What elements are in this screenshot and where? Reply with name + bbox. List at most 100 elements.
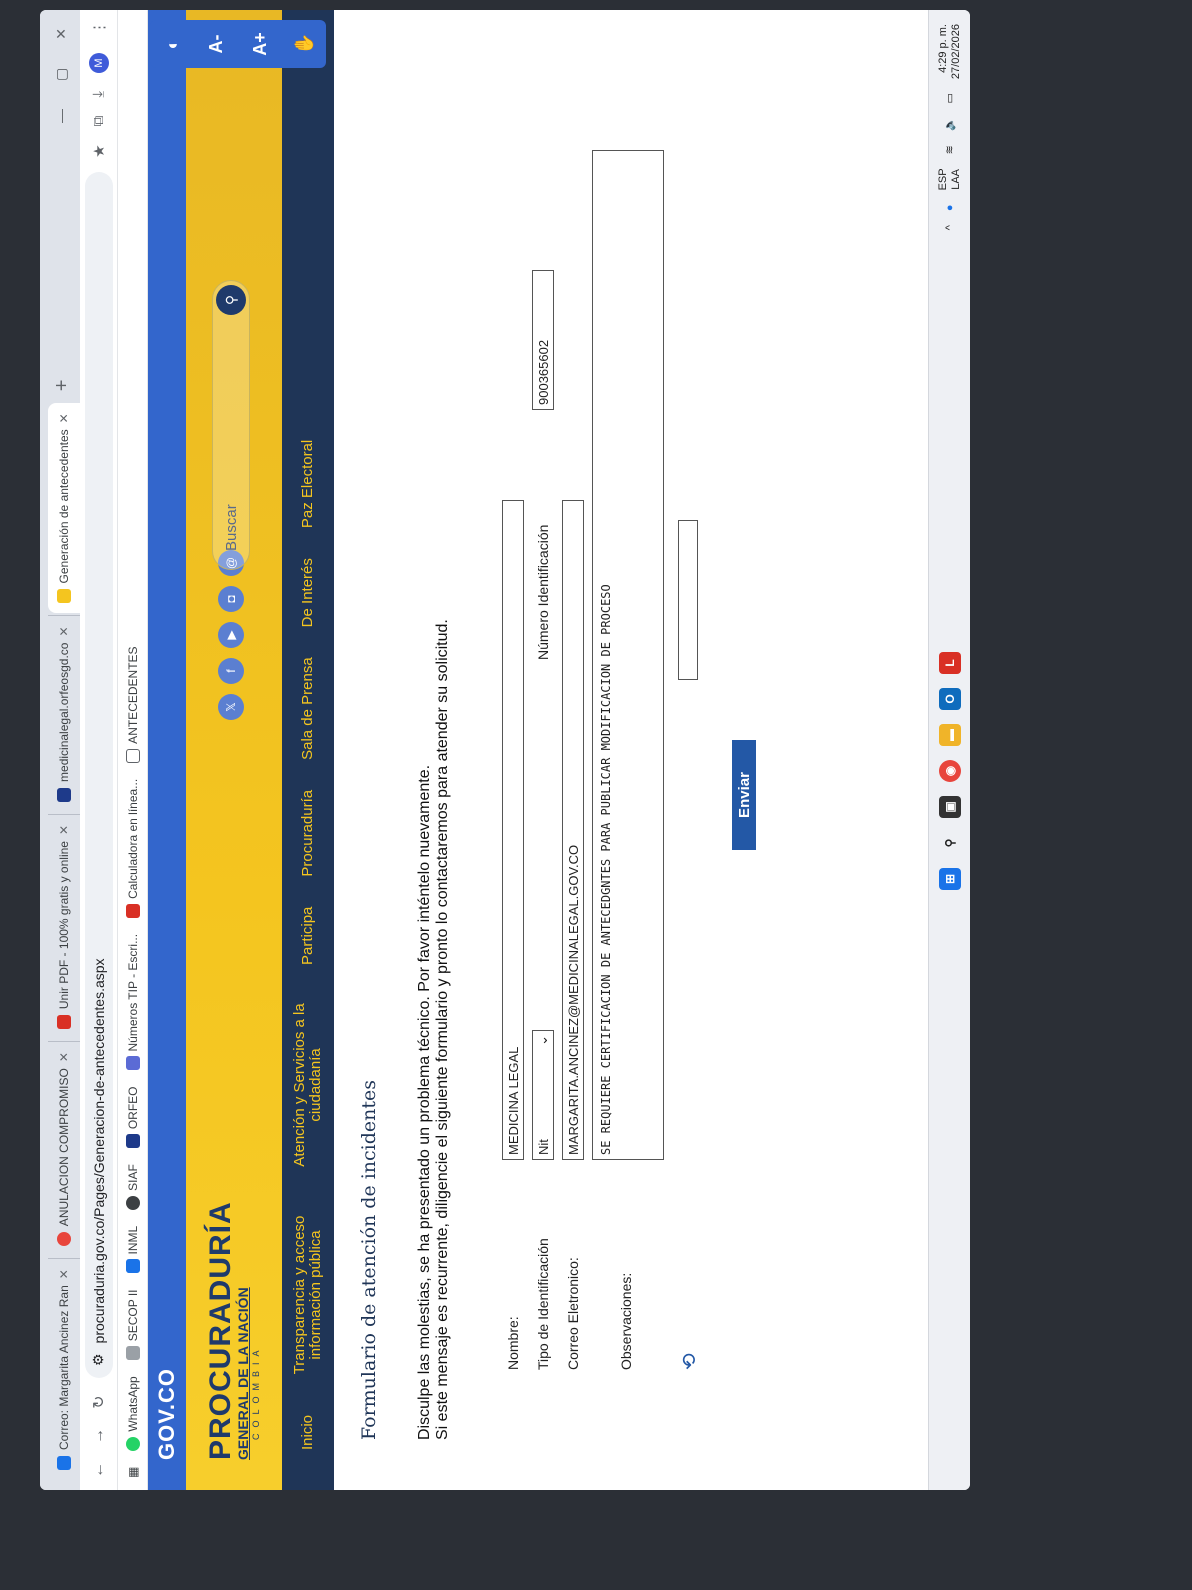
search-input[interactable]: Buscar ⚲	[212, 280, 250, 570]
font-increase-icon[interactable]: A+	[250, 32, 271, 56]
enviar-button[interactable]: Enviar	[732, 740, 756, 850]
bookmark-inml[interactable]: INML	[125, 1226, 140, 1274]
gov-bar: GOV.CO	[148, 10, 186, 1490]
captcha-row: ⟲	[672, 50, 706, 1450]
procuraduria-logo[interactable]: PROCURADURÍA GENERAL DE LA NACIÓN COLOMB…	[204, 1201, 261, 1460]
orfeo-icon	[57, 787, 71, 802]
minimize-icon[interactable]: —	[53, 109, 70, 123]
tab-orfeo[interactable]: medicinalegal.orfeosgd.co ✕	[48, 615, 80, 812]
search-icon[interactable]: ⚲	[216, 285, 246, 315]
folder-icon	[125, 748, 140, 763]
submit-row: Enviar	[732, 50, 756, 1450]
contrast-icon[interactable]: ◐	[162, 39, 183, 50]
clock[interactable]: 4:29 p. m. 27/02/2026	[937, 24, 963, 79]
window-controls: — ▢ ✕	[53, 10, 80, 141]
captcha-field[interactable]	[678, 520, 698, 680]
file-explorer-icon[interactable]: ▬	[938, 724, 961, 746]
volume-icon[interactable]: 🔈	[943, 117, 956, 131]
bookmark-antecedentes[interactable]: ANTECEDENTES	[125, 646, 140, 763]
main-nav: Inicio Transparencia y acceso informació…	[282, 10, 334, 1490]
close-icon[interactable]: ✕	[57, 1052, 71, 1062]
new-tab-button[interactable]: +	[51, 370, 80, 402]
profile-avatar[interactable]: M	[88, 53, 109, 73]
facebook-icon[interactable]: f	[218, 658, 244, 684]
close-icon[interactable]: ✕	[57, 626, 71, 636]
maximize-icon[interactable]: ▢	[53, 68, 70, 81]
bookmark-siaf[interactable]: SIAF	[125, 1164, 140, 1210]
calculator-icon	[125, 903, 140, 918]
battery-icon[interactable]: ▭	[943, 93, 956, 103]
tipo-label: Tipo de Identificación	[535, 1238, 551, 1370]
whatsapp-icon	[125, 1436, 140, 1451]
close-icon[interactable]: ✕	[57, 825, 71, 835]
tab-antecedentes[interactable]: Generación de antecedentes ✕	[48, 403, 80, 614]
language-indicator[interactable]: ESP LAA	[937, 168, 963, 190]
nombre-field[interactable]: MEDICINA LEGAL	[502, 500, 524, 1160]
instagram-icon[interactable]: ◘	[218, 586, 244, 612]
tip-icon	[125, 1056, 140, 1071]
site-info-icon[interactable]: ⚙	[90, 1353, 107, 1366]
app-l-icon[interactable]: L	[938, 652, 961, 674]
chrome-icon[interactable]: ◉	[938, 760, 961, 782]
bookmark-label: SECOP II	[125, 1289, 140, 1342]
refresh-icon[interactable]: ⟲	[677, 1160, 702, 1450]
nav-participa[interactable]: Participa	[299, 907, 316, 965]
tab-label: ANULACION COMPROMISO	[57, 1068, 71, 1227]
nav-atencion[interactable]: Atención y Servicios a la ciudadanía	[291, 995, 324, 1175]
numero-field[interactable]: 900365602	[532, 270, 554, 410]
page-title: Formulario de atención de incidentes	[358, 1079, 380, 1440]
observaciones-textarea[interactable]: SE REQUIERE CERTIFICACION DE ANTECEDGNTE…	[592, 150, 664, 1160]
message-line: Si este mensaje es recurrente, diligenci…	[434, 619, 451, 1440]
bookmark-calculadora[interactable]: Calculadora en línea...	[125, 779, 140, 918]
tray-app-icon[interactable]: ●	[944, 204, 956, 211]
tipo-select[interactable]: Nit ⌄	[532, 1030, 554, 1160]
nav-transparencia[interactable]: Transparencia y acceso información públi…	[291, 1205, 324, 1385]
apps-icon[interactable]: ▦	[126, 1467, 140, 1478]
bookmarks-bar: ▦ WhatsApp SECOP II INML SIAF ORFEO Núme…	[118, 10, 148, 1490]
clock-time: 4:29 p. m.	[936, 24, 949, 73]
bookmark-secop[interactable]: SECOP II	[125, 1289, 140, 1361]
download-icon[interactable]: ⤓	[90, 91, 107, 98]
close-window-icon[interactable]: ✕	[53, 28, 70, 40]
tipo-value: Nit	[535, 1139, 551, 1155]
windows-start-icon[interactable]: ⊞	[938, 868, 961, 890]
nav-inicio[interactable]: Inicio	[299, 1415, 316, 1450]
youtube-icon[interactable]: ▶	[218, 622, 244, 648]
close-icon[interactable]: ✕	[57, 1269, 71, 1279]
nav-sala-prensa[interactable]: Sala de Prensa	[299, 657, 316, 760]
tab-unir-pdf[interactable]: Unir PDF - 100% gratis y online ✕	[48, 813, 80, 1040]
bookmark-orfeo[interactable]: ORFEO	[125, 1086, 140, 1149]
bookmark-label: SIAF	[125, 1164, 140, 1191]
reload-icon[interactable]: ↻	[89, 1392, 109, 1412]
bookmark-numeros-tip[interactable]: Números TIP - Escri...	[125, 934, 140, 1071]
nav-procuraduria[interactable]: Procuraduría	[299, 790, 316, 877]
email-field[interactable]: MARGARITA.ANCINEZ@MEDICINALEGAL.GOV.CO	[562, 500, 584, 1160]
task-view-icon[interactable]: ▣	[938, 796, 961, 818]
forward-icon[interactable]: →	[90, 1426, 108, 1446]
nav-de-interes[interactable]: De Interés	[299, 558, 316, 627]
gov-logo[interactable]: GOV.CO	[154, 1368, 180, 1460]
inml-icon	[125, 1259, 140, 1274]
wifi-icon[interactable]: ≋	[943, 145, 956, 154]
back-icon[interactable]: ←	[90, 1460, 108, 1480]
brand-subtitle: GENERAL DE LA NACIÓN	[235, 1287, 251, 1460]
tab-anulacion[interactable]: ANULACION COMPROMISO ✕	[48, 1041, 80, 1257]
close-icon[interactable]: ✕	[57, 413, 71, 423]
bookmark-whatsapp[interactable]: WhatsApp	[125, 1376, 140, 1451]
x-twitter-icon[interactable]: 𝕏	[218, 694, 244, 720]
sign-language-icon[interactable]: ✋	[294, 33, 315, 55]
extensions-icon[interactable]: ⧉	[90, 116, 107, 127]
outlook-icon[interactable]: O	[938, 688, 961, 710]
tab-correo[interactable]: Correo: Margarita Ancinez Ran ✕	[48, 1258, 80, 1480]
menu-icon[interactable]: ⋮	[90, 20, 108, 35]
bookmark-star-icon[interactable]: ★	[90, 144, 108, 157]
chevron-up-icon[interactable]: ^	[944, 225, 956, 230]
tab-label: medicinalegal.orfeosgd.co	[57, 642, 71, 782]
page: GOV.CO ◐ A- A+ ✋ PROCURADURÍA GENERAL DE…	[148, 10, 908, 1490]
nav-paz-electoral[interactable]: Paz Electoral	[299, 440, 316, 528]
font-decrease-icon[interactable]: A-	[206, 35, 227, 54]
bookmark-label: WhatsApp	[125, 1376, 140, 1432]
accessibility-panel: ◐ A- A+ ✋	[150, 20, 326, 68]
url-field[interactable]: ⚙ procuraduria.gov.co/Pages/Generacion-d…	[84, 171, 113, 1378]
search-icon[interactable]: ⚲	[939, 832, 961, 854]
